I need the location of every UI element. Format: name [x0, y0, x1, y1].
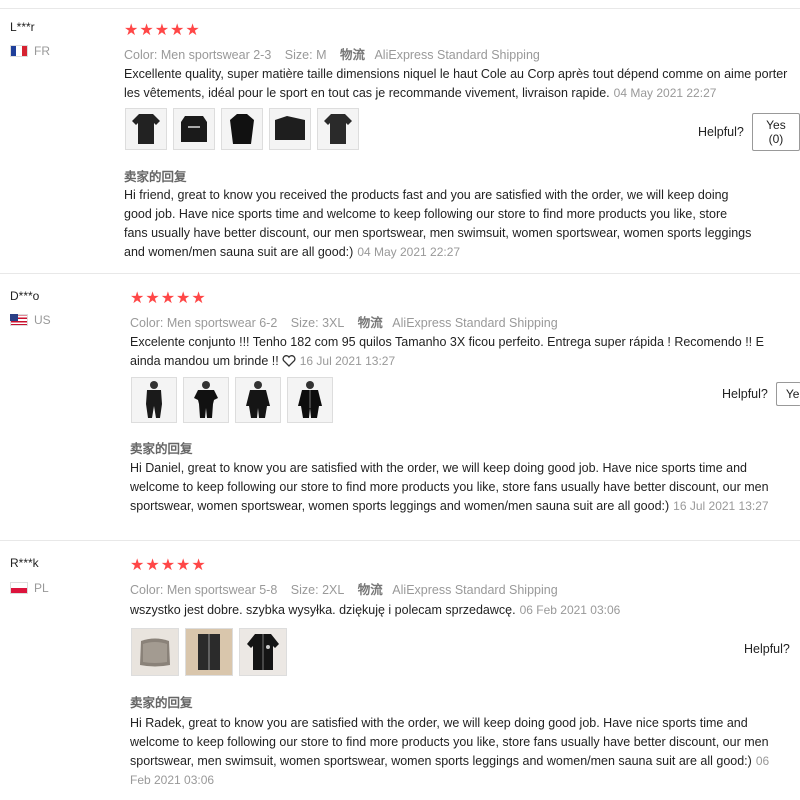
review-photo[interactable]	[185, 628, 233, 676]
review-photo[interactable]	[131, 377, 177, 423]
country-code: FR	[34, 44, 50, 58]
seller-reply-text: Hi Radek, great to know you are satisfie…	[130, 716, 769, 768]
review-body: wszystko jest dobre. szybka wysyłka. dzi…	[130, 603, 516, 617]
helpful-yes-button[interactable]: Ye	[775, 382, 800, 406]
review-date: 06 Feb 2021 03:06	[519, 603, 621, 617]
divider	[0, 273, 800, 274]
helpful-yes-button[interactable]: Yes (0)	[751, 113, 800, 151]
review-photo[interactable]	[287, 377, 333, 423]
poland-flag-icon	[10, 582, 28, 594]
usa-flag-icon	[10, 314, 28, 326]
review-photo[interactable]	[317, 108, 359, 150]
size-key: Size:	[290, 583, 319, 597]
divider	[0, 8, 800, 9]
helpful-label: Helpful?	[722, 387, 768, 401]
review-photos	[125, 108, 359, 150]
review-attributes: Color: Men sportswear 6-2 Size: 3XL 物流 A…	[130, 312, 558, 331]
france-flag-icon	[10, 45, 28, 57]
size-key: Size:	[290, 316, 319, 330]
reviewer-country: FR	[10, 44, 50, 58]
shipping-key: 物流	[357, 583, 383, 597]
review-photo[interactable]	[239, 628, 287, 676]
review-text: Excelente conjunto !!! Tenho 182 com 95 …	[130, 333, 795, 371]
size-value: 2XL	[322, 583, 345, 597]
seller-reply: Hi Daniel, great to know you are satisfi…	[130, 459, 780, 516]
review-date: 16 Jul 2021 13:27	[299, 354, 396, 368]
size-value: M	[316, 48, 327, 62]
country-code: US	[34, 313, 51, 327]
review-photo[interactable]	[131, 628, 179, 676]
helpful-label: Helpful?	[698, 125, 744, 139]
divider	[0, 540, 800, 541]
review-photo[interactable]	[183, 377, 229, 423]
heart-icon[interactable]	[282, 355, 296, 367]
color-value: Men sportswear 6-2	[166, 316, 278, 330]
reviewer-country: PL	[10, 581, 49, 595]
helpful-section: Helpful? Ye	[722, 382, 800, 406]
review-photo[interactable]	[269, 108, 311, 150]
review-attributes: Color: Men sportswear 5-8 Size: 2XL 物流 A…	[130, 579, 558, 598]
review-photo[interactable]	[125, 108, 167, 150]
seller-reply-date: 04 May 2021 22:27	[357, 245, 461, 259]
seller-reply: Hi Radek, great to know you are satisfie…	[130, 714, 785, 790]
color-value: Men sportswear 2-3	[160, 48, 272, 62]
shipping-key: 物流	[357, 316, 383, 330]
shipping-value: AliExpress Standard Shipping	[392, 583, 558, 597]
review-photo[interactable]	[173, 108, 215, 150]
helpful-label: Helpful?	[744, 642, 790, 656]
country-code: PL	[34, 581, 49, 595]
shipping-key: 物流	[339, 48, 365, 62]
size-key: Size:	[284, 48, 313, 62]
color-key: Color:	[124, 48, 158, 62]
seller-reply-date: 16 Jul 2021 13:27	[673, 499, 769, 513]
helpful-section: Helpful?	[744, 642, 790, 656]
review-photo[interactable]	[235, 377, 281, 423]
helpful-section: Helpful? Yes (0)	[698, 113, 800, 151]
shipping-value: AliExpress Standard Shipping	[392, 316, 558, 330]
color-key: Color:	[130, 316, 164, 330]
review-date: 04 May 2021 22:27	[613, 86, 717, 100]
reviewer-name: D***o	[10, 289, 40, 303]
star-rating: ★★★★★	[130, 557, 207, 574]
shipping-value: AliExpress Standard Shipping	[374, 48, 540, 62]
reviewer-name: R***k	[10, 556, 39, 570]
review-text: Excellente quality, super matière taille…	[124, 65, 794, 103]
seller-reply: Hi friend, great to know you received th…	[124, 186, 754, 262]
review-attributes: Color: Men sportswear 2-3 Size: M 物流 Ali…	[124, 44, 540, 63]
seller-reply-label: 卖家的回复	[130, 442, 193, 456]
seller-reply-label: 卖家的回复	[130, 696, 193, 710]
seller-reply-label: 卖家的回复	[124, 170, 187, 184]
review-text: wszystko jest dobre. szybka wysyłka. dzi…	[130, 601, 790, 620]
color-key: Color:	[130, 583, 164, 597]
review-photos	[131, 628, 287, 676]
reviewer-country: US	[10, 313, 51, 327]
review-photos	[131, 377, 333, 423]
star-rating: ★★★★★	[130, 290, 207, 307]
review-body: Excelente conjunto !!! Tenho 182 com 95 …	[130, 335, 764, 368]
star-rating: ★★★★★	[124, 22, 201, 39]
reviewer-name: L***r	[10, 20, 35, 34]
color-value: Men sportswear 5-8	[166, 583, 278, 597]
review-photo[interactable]	[221, 108, 263, 150]
size-value: 3XL	[322, 316, 345, 330]
